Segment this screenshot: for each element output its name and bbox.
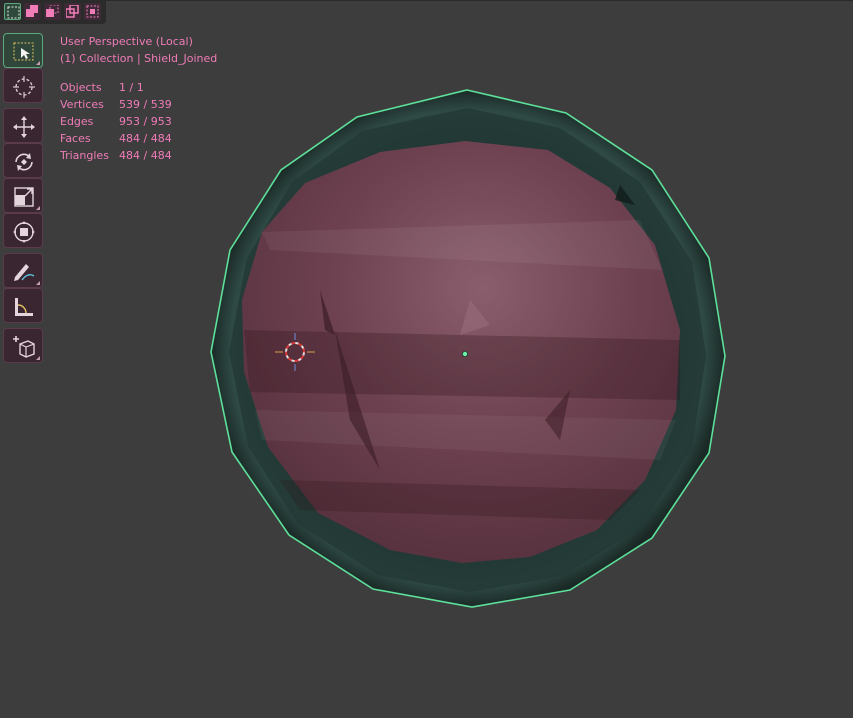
collection-object-label: (1) Collection | Shield_Joined (60, 52, 218, 65)
scale-tool[interactable] (3, 178, 43, 213)
select-box-icon (13, 42, 34, 61)
stat-value: 484 / 484 (119, 132, 172, 145)
select-intersect-icon (86, 5, 99, 18)
select-invert-button[interactable] (64, 3, 81, 20)
cursor-icon (13, 76, 35, 98)
add-cube-icon (13, 336, 35, 358)
scale-icon (14, 187, 34, 207)
annotate-tool[interactable] (3, 253, 43, 288)
viewport-info-overlay: User Perspective (Local) (1) Collection … (60, 33, 217, 67)
face-band (244, 330, 680, 400)
annotate-icon (14, 264, 35, 281)
cursor-tool[interactable] (3, 68, 43, 103)
stat-label: Edges (60, 115, 94, 128)
tool-options-corner (36, 206, 40, 210)
stat-row: Objects 1 / 1 (60, 79, 172, 96)
stat-label: Objects (60, 81, 102, 94)
select-new-button[interactable] (4, 3, 21, 20)
stat-row: Faces 484 / 484 (60, 130, 172, 147)
select-extend-button[interactable] (24, 3, 41, 20)
select-intersect-button[interactable] (84, 3, 101, 20)
stat-row: Triangles 484 / 484 (60, 147, 172, 164)
stat-value: 1 / 1 (119, 81, 144, 94)
stat-label: Vertices (60, 98, 104, 111)
select-box-tool[interactable] (3, 33, 43, 68)
transform-tool[interactable] (3, 213, 43, 248)
select-subtract-button[interactable] (44, 3, 61, 20)
scene-statistics: Objects 1 / 1 Vertices 539 / 539 Edges 953 … (60, 79, 172, 164)
tool-options-corner (36, 356, 40, 360)
stat-label: Faces (60, 132, 91, 145)
stat-value: 539 / 539 (119, 98, 172, 111)
select-subtract-icon (46, 5, 59, 17)
move-icon (13, 116, 35, 138)
transform-icon (13, 221, 35, 243)
measure-icon (15, 298, 33, 316)
stat-value: 953 / 953 (119, 115, 172, 128)
move-tool[interactable] (3, 108, 43, 143)
add-cube-tool[interactable] (3, 328, 43, 363)
stat-value: 484 / 484 (119, 149, 172, 162)
3d-viewport[interactable]: User Perspective (Local) (1) Collection … (0, 0, 853, 718)
rotate-tool[interactable] (3, 143, 43, 178)
rotate-icon (15, 153, 33, 171)
select-extend-icon (26, 5, 38, 17)
stat-label: Triangles (60, 149, 109, 162)
select-invert-icon (66, 5, 79, 18)
stat-row: Edges 953 / 953 (60, 113, 172, 130)
measure-tool[interactable] (3, 288, 43, 323)
tool-options-corner (36, 281, 40, 285)
tool-options-corner (36, 61, 40, 65)
select-mode-strip (0, 0, 106, 24)
stat-row: Vertices 539 / 539 (60, 96, 172, 113)
object-origin[interactable] (461, 350, 468, 357)
view-title: User Perspective (Local) (60, 35, 193, 48)
select-new-icon (7, 6, 20, 19)
